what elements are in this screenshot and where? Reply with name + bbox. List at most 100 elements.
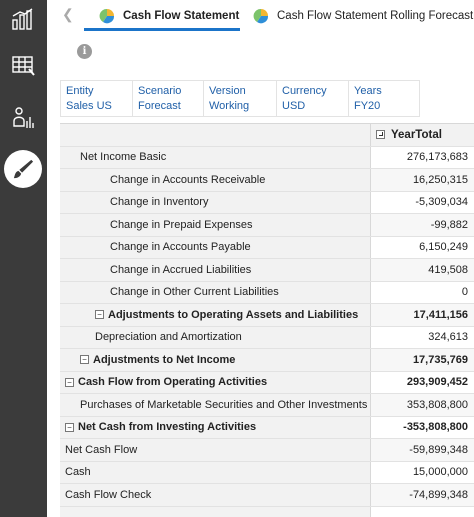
row-label: Purchases of Marketable Securities and O…	[80, 398, 368, 411]
table-row: − Cash Flow from Operating Activities 293,…	[60, 371, 474, 394]
row-label: Change in Inventory	[110, 196, 209, 209]
row-header-cell[interactable]: Change in Accounts Payable	[60, 236, 371, 258]
table-row: − Net Cash from Investing Activities -353,…	[60, 416, 474, 439]
row-label: Net Income Basic	[80, 151, 167, 164]
row-header-cell[interactable]: Cash Flow Check	[60, 484, 371, 506]
data-cell[interactable]: 293,909,452	[371, 371, 474, 393]
collapse-toggle-icon[interactable]: −	[80, 355, 89, 365]
data-cell[interactable]: 16,250,315	[371, 169, 474, 191]
pov-dimension-label: Scenario	[138, 85, 182, 97]
row-header-cell[interactable]: − Net Cash from Investing Activities	[60, 416, 371, 438]
dashboard-chart-icon[interactable]	[6, 2, 40, 36]
data-cell[interactable]	[371, 506, 474, 517]
data-cell[interactable]: -99,882	[371, 214, 474, 236]
row-header-cell[interactable]: Purchases of Marketable Securities and O…	[60, 394, 371, 416]
data-cell[interactable]: 276,173,683	[371, 146, 474, 168]
collapse-toggle-icon[interactable]: −	[65, 377, 74, 387]
data-cell[interactable]: 353,808,800	[371, 394, 474, 416]
left-navigation-sidebar	[0, 0, 47, 517]
pov-dimension-label: Version	[209, 85, 246, 97]
collapse-toggle-icon[interactable]: −	[65, 422, 74, 432]
data-cell[interactable]: 15,000,000	[371, 461, 474, 483]
table-row: Net Income Basic 276,173,683	[60, 146, 474, 169]
row-label: Change in Accounts Receivable	[110, 173, 266, 186]
table-row: Purchases of Marketable Securities and O…	[60, 394, 474, 417]
table-row: Net Cash Flow -59,899,348	[60, 439, 474, 462]
grid-body: Net Income Basic 276,173,683 Change in Acc…	[60, 146, 474, 517]
row-label: Cash Flow from Operating Activities	[78, 376, 268, 389]
data-cell[interactable]: 419,508	[371, 259, 474, 281]
pov-years[interactable]: Years FY20	[349, 81, 420, 116]
data-cell[interactable]: -353,808,800	[371, 416, 474, 438]
table-row: Change in Accrued Liabilities 419,508	[60, 259, 474, 282]
column-header-label: YearTotal	[391, 128, 442, 141]
pov-version[interactable]: Version Working	[204, 81, 277, 116]
row-label: Change in Other Current Liabilities	[110, 286, 279, 299]
table-row	[60, 506, 474, 517]
row-label: Depreciation and Amortization	[95, 331, 242, 344]
pov-member-value: Sales US	[66, 100, 112, 112]
main-content: ❮ Cash Flow Statement Cash Flow Statemen…	[47, 0, 474, 517]
row-header-cell[interactable]: Change in Prepaid Expenses	[60, 214, 371, 236]
data-cell[interactable]: 6,150,249	[371, 236, 474, 258]
row-header-cell[interactable]: Cash	[60, 461, 371, 483]
pov-dimension-label: Years	[354, 85, 382, 97]
row-label: Change in Accounts Payable	[110, 241, 251, 254]
data-grid: YearTotal Net Income Basic 276,173,683 Cha…	[60, 123, 474, 517]
data-cell[interactable]: 17,411,156	[371, 304, 474, 326]
table-row: Depreciation and Amortization 324,613	[60, 326, 474, 349]
pov-currency[interactable]: Currency USD	[277, 81, 349, 116]
data-grid-icon[interactable]	[6, 48, 40, 82]
info-icon[interactable]: i	[77, 44, 92, 59]
pov-dimension-label: Entity	[66, 85, 94, 97]
row-header-cell[interactable]: − Adjustments to Operating Assets and Lia…	[60, 304, 371, 326]
pov-bar: Entity Sales US Scenario Forecast Versio…	[60, 80, 420, 117]
data-cell[interactable]: 0	[371, 281, 474, 303]
data-cell[interactable]: -59,899,348	[371, 439, 474, 461]
pie-chart-icon	[253, 8, 269, 24]
row-header-cell[interactable]: Change in Other Current Liabilities	[60, 281, 371, 303]
row-label: Adjustments to Net Income	[93, 353, 236, 366]
table-row: Change in Prepaid Expenses -99,882	[60, 214, 474, 237]
form-tab-bar: ❮ Cash Flow Statement Cash Flow Statemen…	[47, 0, 474, 32]
row-header-cell[interactable]: Depreciation and Amortization	[60, 326, 371, 348]
chevron-left-icon[interactable]: ❮	[62, 6, 74, 23]
row-header-cell[interactable]	[60, 506, 371, 517]
row-header-cell[interactable]: Change in Inventory	[60, 191, 371, 213]
row-header-cell[interactable]: − Adjustments to Net Income	[60, 349, 371, 371]
tab-cash-flow-statement-rolling-forecast[interactable]: Cash Flow Statement Rolling Forecast	[253, 0, 473, 32]
pov-scenario[interactable]: Scenario Forecast	[133, 81, 204, 116]
table-row: Change in Accounts Payable 6,150,249	[60, 236, 474, 259]
data-cell[interactable]: 17,735,769	[371, 349, 474, 371]
grid-corner-cell	[60, 124, 371, 146]
row-label: Cash Flow Check	[65, 488, 152, 501]
row-header-cell[interactable]: Change in Accounts Receivable	[60, 169, 371, 191]
expand-toggle-icon[interactable]	[376, 130, 385, 140]
tab-label: Cash Flow Statement	[123, 10, 240, 22]
data-cell[interactable]: 324,613	[371, 326, 474, 348]
table-row: Cash 15,000,000	[60, 461, 474, 484]
data-cell[interactable]: -74,899,348	[371, 484, 474, 506]
row-label: Cash	[65, 466, 91, 479]
pov-dimension-label: Currency	[282, 85, 327, 97]
column-header-yeartotal[interactable]: YearTotal	[371, 124, 474, 146]
collapse-toggle-icon[interactable]: −	[95, 310, 104, 320]
table-row: − Adjustments to Operating Assets and Lia…	[60, 304, 474, 327]
table-row: Change in Accounts Receivable 16,250,315	[60, 169, 474, 192]
table-row: Cash Flow Check -74,899,348	[60, 484, 474, 507]
grid-header-row: YearTotal	[60, 124, 474, 147]
row-label: Change in Accrued Liabilities	[110, 263, 252, 276]
row-header-cell[interactable]: Net Income Basic	[60, 146, 371, 168]
row-header-cell[interactable]: Net Cash Flow	[60, 439, 371, 461]
pov-entity[interactable]: Entity Sales US	[60, 81, 133, 116]
tab-label: Cash Flow Statement Rolling Forecast	[277, 10, 474, 22]
row-label: Net Cash Flow	[65, 443, 138, 456]
table-row: Change in Other Current Liabilities 0	[60, 281, 474, 304]
row-label: Net Cash from Investing Activities	[78, 421, 257, 434]
people-analytics-icon[interactable]	[6, 101, 40, 135]
row-label: Adjustments to Operating Assets and Liab…	[108, 308, 359, 321]
row-header-cell[interactable]: Change in Accrued Liabilities	[60, 259, 371, 281]
brush-icon[interactable]	[4, 150, 42, 188]
data-cell[interactable]: -5,309,034	[371, 191, 474, 213]
row-header-cell[interactable]: − Cash Flow from Operating Activities	[60, 371, 371, 393]
